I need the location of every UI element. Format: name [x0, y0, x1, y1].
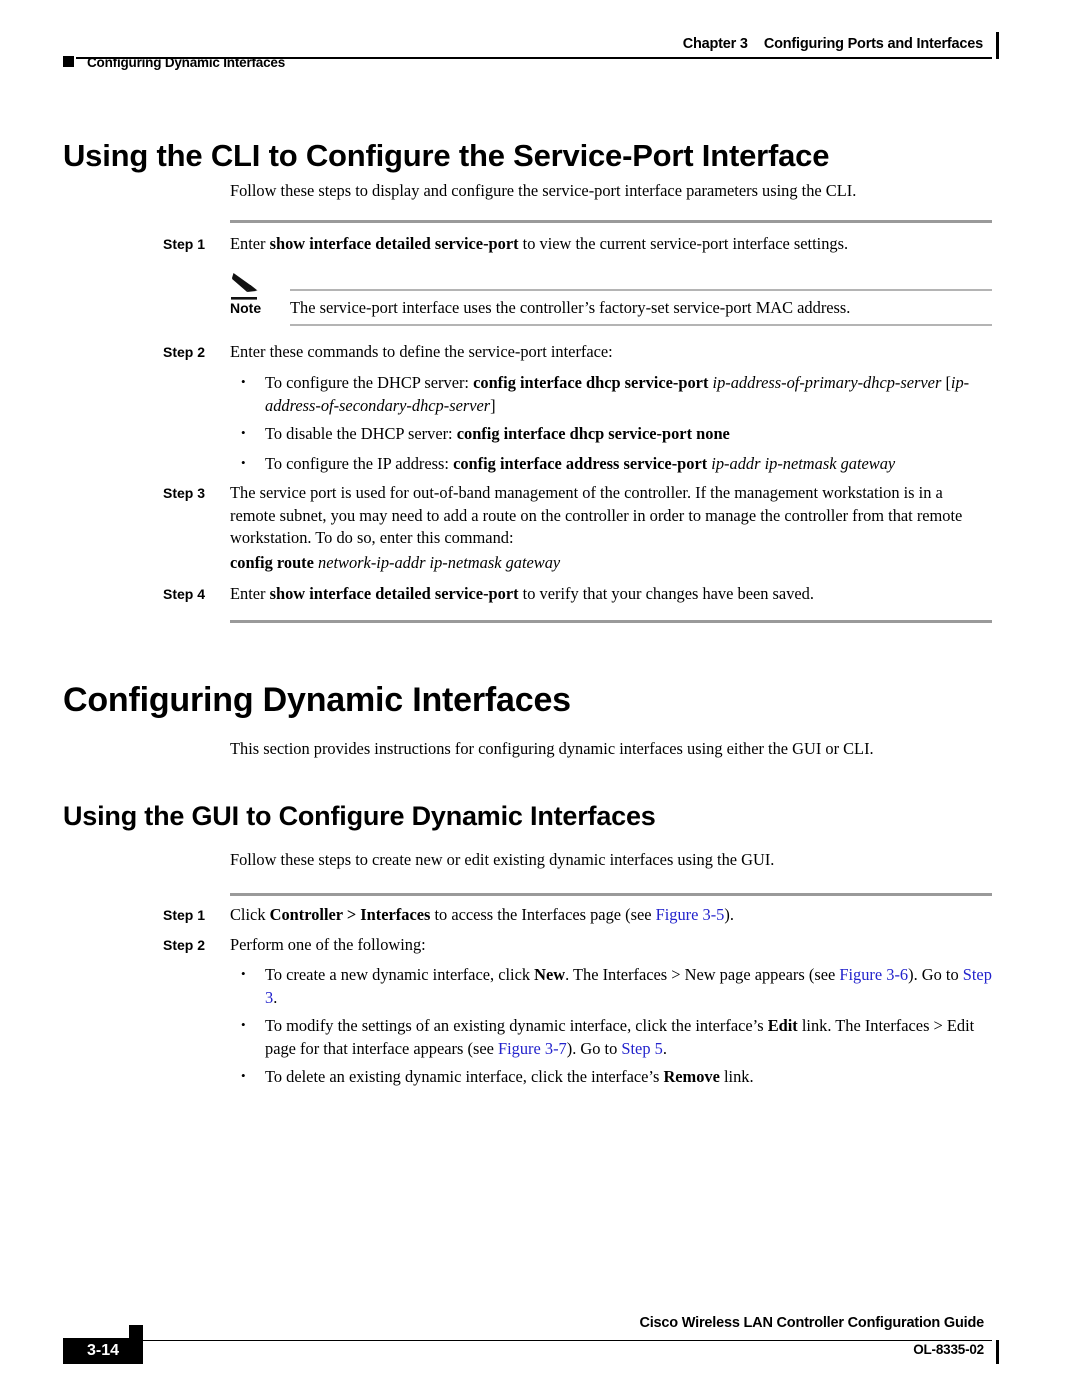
dynamic-intro-paragraph: This section provides instructions for c…	[230, 739, 874, 758]
footer-bullet-square-icon	[129, 1325, 143, 1339]
xref-figure-3-6[interactable]: Figure 3-6	[839, 965, 908, 984]
bullet2-lead: To disable the DHCP server:	[265, 424, 457, 443]
gui-b2-edit-link-ref: Edit	[767, 1016, 798, 1035]
step-label-cli-4: Step 4	[163, 586, 206, 602]
step3-command-line: config route network-ip-addr ip-netmask …	[230, 552, 992, 575]
bullet1-lead: To configure the DHCP server:	[265, 373, 474, 392]
step3-command: config route	[230, 553, 314, 572]
cli-step2-bullet-1: To configure the DHCP server: config int…	[237, 371, 993, 417]
gui-b2-t4: .	[662, 1038, 667, 1058]
step-label-cli-3: Step 3	[163, 485, 206, 501]
xref-figure-3-7[interactable]: Figure 3-7	[498, 1039, 567, 1058]
step4-command: show interface detailed service-port	[269, 584, 519, 603]
step-label-gui-2: Step 2	[163, 937, 206, 953]
step-text-cli-2: Enter these commands to define the servi…	[230, 342, 613, 361]
note-text: The service-port interface uses the cont…	[290, 298, 851, 317]
steps-bottom-rule	[230, 620, 992, 624]
header-chapter-title: Configuring Ports and Interfaces	[763, 36, 983, 52]
gui-step2-bullet-3: To delete an existing dynamic interface,…	[237, 1065, 993, 1089]
step-label-gui-1: Step 1	[163, 907, 206, 923]
cli-intro-paragraph: Follow these steps to display and config…	[230, 181, 857, 200]
gui-b3-t1: To delete an existing dynamic interface,…	[265, 1067, 664, 1086]
cli-step2-bullet-3: To configure the IP address: config inte…	[237, 452, 993, 476]
heading-using-cli-service-port: Using the CLI to Configure the Service-P…	[63, 138, 830, 173]
gui-b3-t2: link.	[719, 1067, 754, 1086]
gui-step1-t3: ).	[724, 905, 734, 924]
step1-text-after: to view the current service-port interfa…	[518, 234, 849, 253]
header-right-tick	[995, 32, 999, 59]
note-rule-top	[290, 289, 992, 292]
step-text-cli-1: Enter show interface detailed service-po…	[230, 233, 992, 256]
cli-step2-bullet-2: To disable the DHCP server: config inter…	[237, 422, 993, 446]
heading-using-gui-dynamic-interfaces: Using the GUI to Configure Dynamic Inter…	[63, 801, 656, 831]
gui-b3-remove-link-ref: Remove	[663, 1067, 720, 1086]
page-number-badge: 3-14	[63, 1338, 143, 1364]
steps-top-rule	[230, 220, 992, 224]
bullet2-command: config interface dhcp service-port none	[456, 424, 730, 443]
note-rule-bottom	[290, 324, 992, 327]
gui-b1-t1: To create a new dynamic interface, click	[265, 965, 535, 984]
gui-b1-t4: .	[273, 987, 278, 1007]
xref-figure-3-5[interactable]: Figure 3-5	[656, 905, 725, 924]
footer-document-id: OL-8335-02	[913, 1342, 984, 1357]
footer-right-tick	[995, 1340, 999, 1364]
step1-text-before: Enter	[230, 234, 270, 253]
bullet1-command: config interface dhcp service-port	[473, 373, 709, 392]
gui-step1-nav-path: Controller > Interfaces	[269, 905, 431, 924]
footer-guide-title: Cisco Wireless LAN Controller Configurat…	[639, 1315, 984, 1331]
step1-command: show interface detailed service-port	[269, 234, 519, 253]
bullet1-optional-close: ]	[490, 395, 496, 415]
note-label: Note	[230, 300, 262, 316]
bullet1-optional-open: [	[941, 373, 951, 392]
gui-steps-top-rule	[230, 893, 992, 897]
gui-b1-t2: . The Interfaces > New page appears (see	[565, 965, 840, 984]
footer-rule	[88, 1340, 992, 1342]
step-label-cli-2: Step 2	[163, 344, 206, 360]
gui-step2-bullet-2: To modify the settings of an existing dy…	[237, 1014, 993, 1060]
gui-b1-new-button-ref: New	[534, 965, 566, 984]
step4-text-after: to verify that your changes have been sa…	[518, 584, 814, 603]
gui-intro-paragraph: Follow these steps to create new or edit…	[230, 850, 775, 869]
step3-command-params: network-ip-addr ip-netmask gateway	[313, 553, 561, 572]
bullet3-param: ip-addr ip-netmask gateway	[707, 454, 896, 473]
bullet1-param: ip-address-of-primary-dhcp-server	[708, 373, 942, 392]
gui-b1-t3: ). Go to	[908, 965, 963, 984]
header-chapter-label: Chapter 3	[682, 36, 748, 52]
step4-text-before: Enter	[230, 584, 270, 603]
gui-step2-bullet-1: To create a new dynamic interface, click…	[237, 963, 993, 1009]
running-header: Chapter 3 Configuring Ports and Interface…	[0, 0, 1080, 96]
heading-configuring-dynamic-interfaces: Configuring Dynamic Interfaces	[63, 681, 571, 719]
step-text-gui-2: Perform one of the following:	[230, 935, 426, 954]
step-text-gui-1: Click Controller > Interfaces to access …	[230, 904, 992, 927]
header-bullet-square-icon	[63, 56, 74, 67]
header-section-title: Configuring Dynamic Interfaces	[87, 55, 286, 70]
step-label-cli-1: Step 1	[163, 236, 206, 252]
gui-b2-t3: ). Go to	[566, 1038, 622, 1058]
bullet3-lead: To configure the IP address:	[265, 454, 454, 473]
gui-step1-t2: to access the Interfaces page (see	[430, 905, 656, 924]
header-chapter-reference: Chapter 3 Configuring Ports and Interface…	[683, 36, 983, 52]
step-text-cli-4: Enter show interface detailed service-po…	[230, 583, 992, 606]
gui-b2-t1: To modify the settings of an existing dy…	[265, 1016, 768, 1035]
gui-step1-t1: Click	[230, 905, 270, 924]
bullet3-command: config interface address service-port	[453, 454, 708, 473]
xref-step-5[interactable]: Step 5	[621, 1039, 662, 1058]
step-text-cli-3: The service port is used for out-of-band…	[230, 483, 963, 547]
